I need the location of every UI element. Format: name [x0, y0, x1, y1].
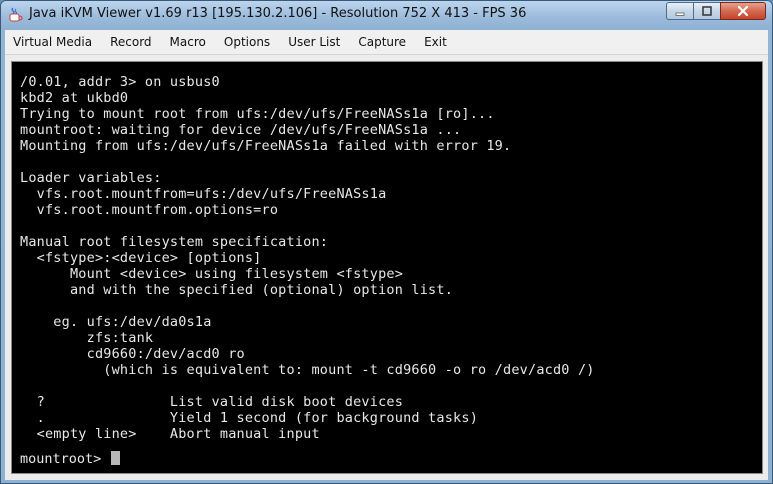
console-line: kbd2 at ukbd0	[20, 90, 129, 106]
maximize-icon	[702, 6, 712, 16]
console-line: Mount <device> using filesystem <fstype>	[20, 266, 404, 282]
console-line: mountroot: waiting for device /dev/ufs/F…	[20, 122, 462, 138]
close-button[interactable]	[720, 2, 766, 20]
console-line: Trying to mount root from ufs:/dev/ufs/F…	[20, 106, 495, 122]
console-line: cd9660:/dev/acd0 ro	[20, 346, 245, 362]
console-line: and with the specified (optional) option…	[20, 282, 454, 298]
menu-macro[interactable]: Macro	[162, 30, 214, 54]
console-output: /0.01, addr 3> on usbus0 kbd2 at ukbd0 T…	[20, 74, 595, 442]
close-icon	[737, 5, 749, 17]
console-line: vfs.root.mountfrom=ufs:/dev/ufs/FreeNASs…	[20, 186, 387, 202]
window-controls	[666, 2, 766, 21]
menu-user-list[interactable]: User List	[280, 30, 348, 54]
console-line: vfs.root.mountfrom.options=ro	[20, 202, 279, 218]
kvm-viewer-window: Java iKVM Viewer v1.69 r13 [195.130.2.10…	[0, 0, 773, 484]
mountroot-prompt[interactable]: mountroot>	[20, 451, 121, 467]
text-cursor	[111, 451, 121, 465]
console-line: Mounting from ufs:/dev/ufs/FreeNASs1a fa…	[20, 138, 512, 154]
menu-virtual-media[interactable]: Virtual Media	[5, 30, 100, 54]
console-line: . Yield 1 second (for background tasks)	[20, 410, 479, 426]
console-line: ? List valid disk boot devices	[20, 394, 404, 410]
minimize-icon	[675, 12, 685, 16]
console-line: <fstype>:<device> [options]	[20, 250, 262, 266]
console-line: <empty line> Abort manual input	[20, 426, 320, 442]
java-cup-icon	[9, 7, 23, 22]
maximize-button[interactable]	[693, 2, 720, 20]
console-line: zfs:tank	[20, 330, 154, 346]
menu-exit[interactable]: Exit	[416, 30, 455, 54]
viewer-client-area: /0.01, addr 3> on usbus0 kbd2 at ukbd0 T…	[5, 55, 768, 480]
menu-bar: Virtual Media Record Macro Options User …	[5, 30, 768, 55]
menu-capture[interactable]: Capture	[350, 30, 414, 54]
minimize-button[interactable]	[666, 2, 693, 20]
console-line: (which is equivalent to: mount -t cd9660…	[20, 362, 595, 378]
window-title: Java iKVM Viewer v1.69 r13 [195.130.2.10…	[29, 6, 527, 21]
console-line: /0.01, addr 3> on usbus0	[20, 74, 220, 90]
console-line: eg. ufs:/dev/da0s1a	[20, 314, 212, 330]
remote-console-screen[interactable]: /0.01, addr 3> on usbus0 kbd2 at ukbd0 T…	[11, 61, 763, 474]
menu-options[interactable]: Options	[216, 30, 278, 54]
console-line: Loader variables:	[20, 170, 162, 186]
title-bar[interactable]: Java iKVM Viewer v1.69 r13 [195.130.2.10…	[1, 1, 772, 29]
menu-record[interactable]: Record	[102, 30, 159, 54]
prompt-text: mountroot>	[20, 451, 110, 467]
console-line: Manual root filesystem specification:	[20, 234, 329, 250]
